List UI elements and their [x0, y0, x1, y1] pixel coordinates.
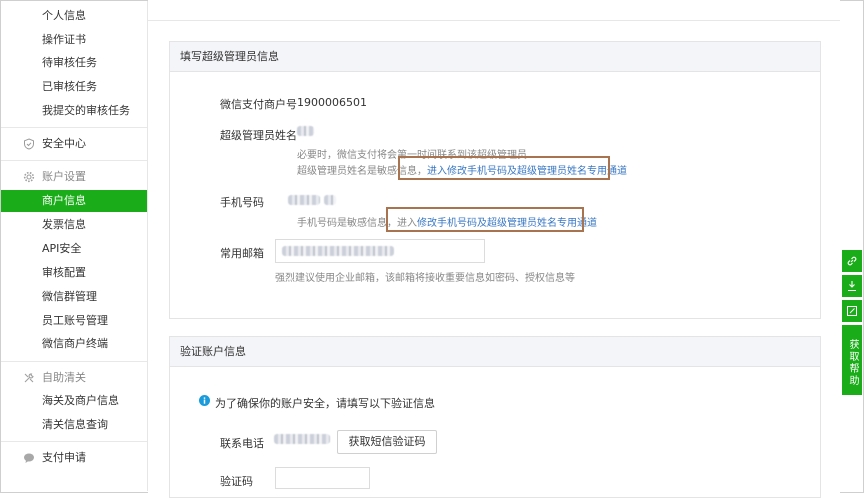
- email-hint: 强烈建议使用企业邮箱，该邮箱将接收重要信息如密码、授权信息等: [275, 273, 575, 284]
- sidebar-group-label: 自助清关: [42, 371, 86, 384]
- sidebar-item-pending-review[interactable]: 待审核任务: [1, 52, 147, 74]
- verify-notice: 为了确保你的账户安全，请填写以下验证信息: [215, 397, 435, 410]
- sidebar-group-label: 账户设置: [42, 170, 86, 183]
- sidebar-item-review-config[interactable]: 审核配置: [1, 262, 147, 284]
- panel-title: 填写超级管理员信息: [170, 42, 820, 72]
- highlight-box: [386, 207, 584, 232]
- top-bar: [148, 0, 840, 21]
- sidebar-item-my-submitted[interactable]: 我提交的审核任务: [1, 100, 147, 122]
- sidebar-group-account-settings: 账户设置: [1, 166, 147, 188]
- sidebar-item-reviewed[interactable]: 已审核任务: [1, 76, 147, 98]
- sidebar-item-api-security[interactable]: API安全: [1, 238, 147, 260]
- sidebar: 个人信息 操作证书 待审核任务 已审核任务 我提交的审核任务 安全中心 账户设置…: [1, 1, 148, 491]
- highlight-box: [398, 156, 610, 180]
- sidebar-divider: [1, 361, 147, 362]
- email-field[interactable]: [275, 239, 485, 263]
- sidebar-group-customs: 自助清关: [1, 367, 147, 389]
- redacted-admin-name: [297, 126, 314, 136]
- sidebar-divider: [1, 441, 147, 442]
- edit-button[interactable]: [842, 300, 862, 322]
- main-content: 填写超级管理员信息 微信支付商户号 1900006501 超级管理员姓名 必要时…: [148, 21, 840, 498]
- merchant-id-label: 微信支付商户号: [220, 98, 297, 111]
- email-label: 常用邮箱: [220, 247, 264, 260]
- get-help-button[interactable]: 获取帮助: [842, 325, 862, 395]
- contact-phone-label: 联系电话: [220, 437, 264, 450]
- edit-icon: [847, 306, 857, 316]
- redacted-email: [282, 246, 394, 256]
- link-button[interactable]: [842, 250, 862, 272]
- tools-icon: [24, 373, 34, 383]
- get-sms-code-button[interactable]: 获取短信验证码: [337, 430, 437, 454]
- sidebar-item-wechat-group[interactable]: 微信群管理: [1, 286, 147, 308]
- chat-bubble-icon: [24, 453, 34, 463]
- link-icon: [847, 256, 857, 266]
- admin-info-panel: 填写超级管理员信息 微信支付商户号 1900006501 超级管理员姓名 必要时…: [169, 41, 821, 319]
- download-icon: [848, 281, 856, 292]
- shield-icon: [24, 138, 34, 150]
- sidebar-item-operation-cert[interactable]: 操作证书: [1, 29, 147, 51]
- sidebar-item-pay-apply[interactable]: 支付申请: [1, 447, 147, 469]
- verify-account-panel: 验证账户信息 为了确保你的账户安全，请填写以下验证信息 联系电话 获取短信验证码…: [169, 336, 821, 498]
- sidebar-item-label: 支付申请: [42, 451, 86, 464]
- gear-icon: [23, 171, 35, 183]
- sidebar-divider: [1, 160, 147, 161]
- sidebar-item-label: 安全中心: [42, 137, 86, 150]
- info-icon: [199, 395, 210, 406]
- sidebar-item-customs-merchant[interactable]: 海关及商户信息: [1, 390, 147, 412]
- phone-label: 手机号码: [220, 196, 264, 209]
- redacted-phone: [324, 195, 336, 205]
- panel-title: 验证账户信息: [170, 337, 820, 367]
- sidebar-item-merchant-info[interactable]: 商户信息: [1, 190, 147, 212]
- sidebar-item-invoice-info[interactable]: 发票信息: [1, 214, 147, 236]
- sidebar-item-security-center[interactable]: 安全中心: [1, 133, 147, 155]
- merchant-id-value: 1900006501: [297, 96, 367, 109]
- sidebar-item-staff-accounts[interactable]: 员工账号管理: [1, 310, 147, 332]
- code-label: 验证码: [220, 475, 253, 488]
- sidebar-item-customs-query[interactable]: 清关信息查询: [1, 414, 147, 436]
- help-label: 获取帮助: [847, 339, 858, 387]
- sidebar-divider: [1, 127, 147, 128]
- admin-name-label: 超级管理员姓名: [220, 129, 297, 142]
- redacted-contact-phone: [274, 434, 330, 444]
- sidebar-item-merchant-terminal[interactable]: 微信商户终端: [1, 333, 147, 355]
- sidebar-item-personal-info[interactable]: 个人信息: [1, 5, 147, 27]
- redacted-phone: [288, 195, 320, 205]
- download-button[interactable]: [842, 275, 862, 297]
- verification-code-input[interactable]: [275, 467, 370, 489]
